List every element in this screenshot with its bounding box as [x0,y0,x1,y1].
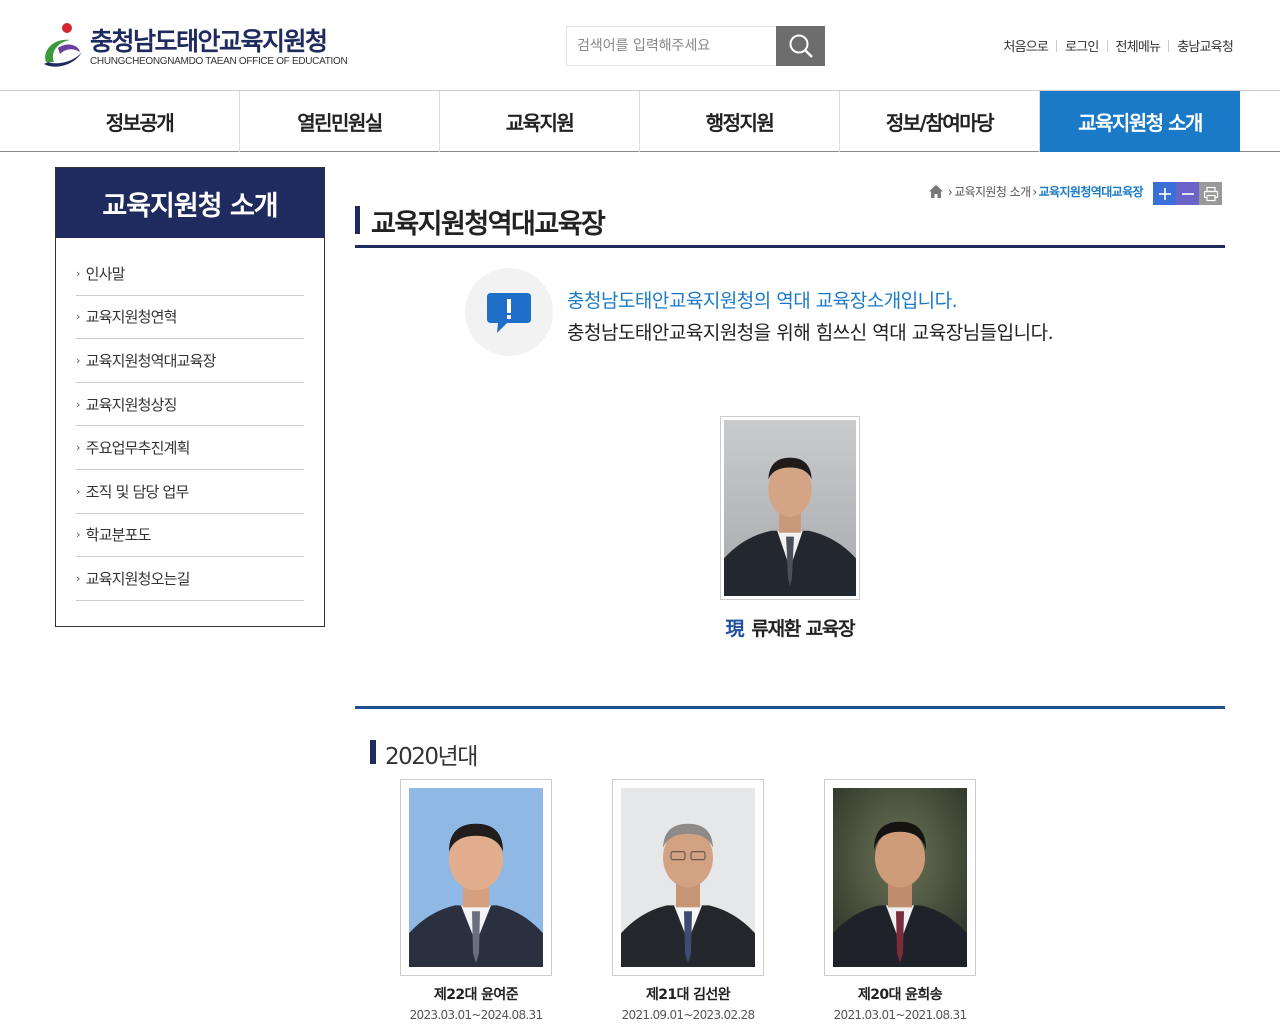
sidebar-item-label: 교육지원청연혁 [85,308,178,327]
util-separator [1168,39,1170,52]
chevron-right-icon: › [76,441,80,455]
plus-icon [1158,187,1171,200]
portrait-frame [612,779,764,976]
util-separator [1056,39,1058,52]
sidebar-item-organization[interactable]: › 조직 및 담당 업무 [76,470,304,514]
minus-icon [1181,192,1194,195]
util-link-login[interactable]: 로그인 [1065,36,1099,55]
portrait-photo [409,788,543,967]
page-title: 교육지원청역대교육장 [371,209,606,240]
gnb-item-participation[interactable]: 정보/참여마당 [840,91,1040,152]
sidebar-item-school-map[interactable]: › 학교분포도 [76,514,304,558]
util-link-chungnam[interactable]: 충남교육청 [1177,36,1234,55]
current-superintendent-photo [720,416,860,600]
portrait-frame [824,779,976,976]
current-prefix: 現 [725,618,745,640]
portrait-photo [833,788,967,967]
intro-message: 충청남도태안교육지원청의 역대 교육장소개입니다. 충청남도태안교육지원청을 위… [465,268,1225,358]
util-link-home[interactable]: 처음으로 [1003,36,1048,55]
superintendent-name: 제21대 김선완 [646,987,731,1003]
site-header: 충청남도태안교육지원청 CHUNGCHEONGNAMDO TAEAN OFFIC… [0,0,1280,90]
home-icon[interactable] [928,185,943,198]
search-box [566,26,825,66]
intro-headline: 충청남도태안교육지원청의 역대 교육장소개입니다. [567,290,958,312]
search-icon [789,34,813,58]
logo-title: 충청남도태안교육지원청 [90,27,328,56]
chevron-right-icon: › [76,353,80,367]
util-link-sitemap[interactable]: 전체메뉴 [1116,36,1161,55]
sidebar-item-past-superintendents[interactable]: › 교육지원청역대교육장 [76,339,304,383]
current-superintendent-name: 現 류재환 교육장 [700,614,880,641]
gnb-item-about[interactable]: 교육지원청 소개 [1040,91,1240,152]
notice-icon [465,268,553,356]
sidebar-item-label: 교육지원청상징 [85,395,178,414]
current-name-text: 류재환 교육장 [751,618,855,640]
superintendent-term: 2021.09.01~2023.02.28 [621,1008,755,1022]
sidebar-item-label: 조직 및 담당 업무 [85,482,190,501]
page-title-area: 교육지원청역대교육장 [355,202,1225,248]
main-navigation: 정보공개 열린민원실 교육지원 행정지원 정보/참여마당 교육지원청 소개 [0,90,1280,152]
chevron-right-icon: › [76,528,80,542]
superintendent-card: 제22대 윤여준 2023.03.01~2024.08.31 [400,779,552,1022]
utility-links: 처음으로 로그인 전체메뉴 충남교육청 [1003,36,1234,55]
search-input[interactable] [566,26,776,66]
gnb-item-admin-support[interactable]: 행정지원 [640,91,840,152]
portrait-photo [621,788,755,967]
gnb-item-education-support[interactable]: 교육지원 [440,91,640,152]
superintendent-name: 제20대 윤희송 [858,987,943,1003]
sidebar-item-history[interactable]: › 교육지원청연혁 [76,296,304,340]
intro-description: 충청남도태안교육지원청을 위해 힘쓰신 역대 교육장님들입니다. [567,322,1054,344]
superintendent-card: 제21대 김선완 2021.09.01~2023.02.28 [612,779,764,1022]
superintendent-term: 2023.03.01~2024.08.31 [409,1008,543,1022]
portrait-frame [400,779,552,976]
sidebar-item-work-plan[interactable]: › 주요업무추진계획 [76,426,304,470]
decade-title: 2020년대 [385,744,478,770]
decade-accent-bar [370,740,376,764]
chevron-right-icon: › [76,571,80,585]
printer-icon [1203,186,1218,201]
sidebar-item-label: 교육지원청역대교육장 [85,351,217,370]
sidebar-item-greeting[interactable]: › 인사말 [76,252,304,296]
chevron-right-icon: › [1032,184,1037,199]
superintendent-card: 제20대 윤희송 2021.03.01~2021.08.31 [824,779,976,1022]
superintendent-term: 2021.03.01~2021.08.31 [833,1008,967,1022]
site-logo[interactable]: 충청남도태안교육지원청 CHUNGCHEONGNAMDO TAEAN OFFIC… [40,20,348,72]
logo-subtitle: CHUNGCHEONGNAMDO TAEAN OFFICE OF EDUCATI… [90,56,348,67]
portrait-photo [724,420,856,596]
breadcrumb-item[interactable]: 교육지원청 소개 [954,183,1031,200]
sidebar-item-directions[interactable]: › 교육지원청오는길 [76,557,304,601]
breadcrumb-current[interactable]: 교육지원청역대교육장 [1039,183,1144,200]
search-button[interactable] [776,26,825,66]
chevron-right-icon: › [76,310,80,324]
chevron-right-icon: › [76,397,80,411]
gnb-item-civil-service[interactable]: 열린민원실 [240,91,440,152]
section-divider [355,706,1225,709]
sidebar-item-label: 인사말 [85,264,126,283]
sidebar-title: 교육지원청 소개 [56,168,324,238]
sidebar-item-label: 주요업무추진계획 [85,439,191,458]
chevron-right-icon: › [947,184,953,199]
logo-emblem-icon [44,23,82,67]
sidebar-item-label: 학교분포도 [85,526,152,545]
gnb-item-info-disclosure[interactable]: 정보공개 [40,91,240,152]
sidebar-menu: › 인사말 › 교육지원청연혁 › 교육지원청역대교육장 › 교육지원청상징 › 주요업무… [56,238,324,601]
sidebar: 교육지원청 소개 › 인사말 › 교육지원청연혁 › 교육지원청역대교육장 › 교육지원… [55,167,325,627]
chevron-right-icon: › [76,266,80,280]
title-accent-bar [355,206,360,234]
superintendent-name: 제22대 윤여준 [434,987,519,1003]
sidebar-item-label: 교육지원청오는길 [85,569,191,588]
chevron-right-icon: › [76,484,80,498]
breadcrumb: › 교육지원청 소개 › 교육지원청역대교육장 [928,183,1144,200]
sidebar-item-symbols[interactable]: › 교육지원청상징 [76,383,304,427]
util-separator [1106,39,1108,52]
